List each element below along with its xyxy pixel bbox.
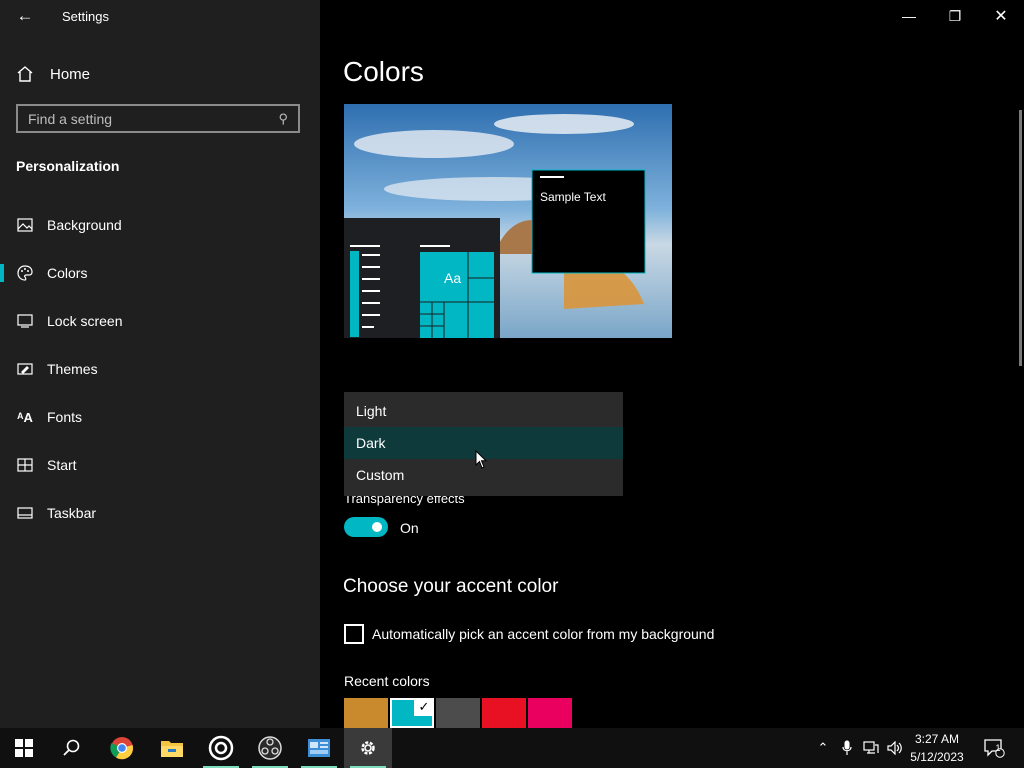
sidebar-item-taskbar[interactable]: Taskbar [0,495,320,531]
preview-image [344,104,672,338]
sidebar-item-label: Taskbar [47,505,97,521]
preview-sample-text: Sample Text [540,190,606,204]
microphone-icon[interactable] [836,728,858,768]
taskbar-icon [16,504,34,522]
restore-icon[interactable]: ❐ [932,0,978,32]
home-label: Home [50,65,91,83]
recent-color-swatch[interactable] [390,698,434,728]
sidebar-item-label: Fonts [47,409,83,425]
sidebar-item-label: Lock screen [47,313,123,329]
lock-screen-icon [16,312,34,330]
sidebar-item-label: Background [47,217,122,233]
page-title: Colors [343,56,424,87]
sidebar-item-lock-screen[interactable]: Lock screen [0,303,320,339]
sidebar-item-themes[interactable]: Themes [0,351,320,387]
obs-icon[interactable] [246,728,294,768]
auto-accent-checkbox[interactable] [344,624,364,644]
control-panel-icon[interactable] [295,728,343,768]
sidebar-item-label: Colors [47,265,88,281]
transparency-toggle[interactable] [344,517,388,537]
sidebar-item-start[interactable]: Start [0,447,320,483]
mouse-cursor-icon [475,450,488,469]
notification-count: 1 [995,743,1001,753]
clock-time: 3:27 AM [914,732,960,746]
search-icon[interactable]: ⚲ [278,111,288,127]
windows-start-icon[interactable] [0,728,48,768]
volume-icon[interactable] [884,728,906,768]
network-icon[interactable] [860,728,882,768]
sidebar: ← Settings Home Find a setting ⚲ Persona… [0,0,320,728]
recent-color-swatch[interactable] [528,698,572,728]
sidebar-item-colors[interactable]: Colors [0,255,320,291]
scrollbar[interactable] [1019,110,1022,366]
clock-date: 5/12/2023 [910,750,964,764]
brush-icon [16,360,34,378]
font-icon: ᴬA [17,409,33,425]
window-title: Settings [62,9,109,24]
taskbar: ⌃ 3:27 AM 5/12/2023 1 [0,728,1024,768]
taskbar-clock[interactable]: 3:27 AM 5/12/2023 [904,730,970,766]
settings-gear-icon[interactable] [344,728,392,768]
back-arrow-icon[interactable]: ← [14,6,36,26]
recent-colors-label: Recent colors [344,673,430,689]
notification-center-icon[interactable]: 1 [978,728,1010,768]
app-ring-icon[interactable] [197,728,245,768]
section-title: Personalization [16,158,120,174]
home-icon [17,66,33,82]
close-icon[interactable]: ✕ [978,0,1024,32]
start-grid-icon [16,456,34,474]
sidebar-item-background[interactable]: Background [0,207,320,243]
search-placeholder: Find a setting [28,110,113,127]
chrome-icon[interactable] [98,728,146,768]
sidebar-item-fonts[interactable]: ᴬA Fonts [0,399,320,435]
dropdown-option-light[interactable]: Light [344,395,623,427]
picture-icon [16,216,34,234]
mode-dropdown-list[interactable]: Light Dark Custom [344,392,623,496]
sidebar-item-label: Themes [47,361,98,377]
search-input[interactable]: Find a setting ⚲ [16,104,300,133]
home-link[interactable]: Home [16,62,90,86]
color-preview: Aa Sample Text [344,104,672,338]
sidebar-item-label: Start [47,457,77,473]
transparency-state: On [400,520,419,536]
minimize-icon[interactable]: — [886,0,932,32]
recent-color-swatch[interactable] [436,698,480,728]
accent-heading: Choose your accent color [343,576,559,597]
palette-icon [16,264,34,282]
search-icon[interactable] [48,728,96,768]
auto-accent-label[interactable]: Automatically pick an accent color from … [372,626,714,642]
chevron-up-icon[interactable]: ⌃ [812,728,834,768]
file-explorer-icon[interactable] [148,728,196,768]
recent-color-swatch[interactable] [482,698,526,728]
preview-tile-text: Aa [444,270,462,286]
recent-color-swatch[interactable] [344,698,388,728]
